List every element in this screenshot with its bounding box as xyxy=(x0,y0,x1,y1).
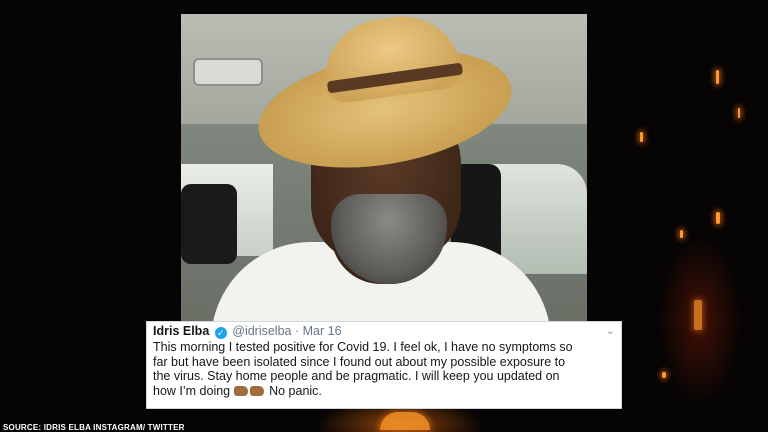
source-caption: SOURCE: IDRIS ELBA INSTAGRAM/ TWITTER xyxy=(3,423,185,432)
tweet-author-name[interactable]: Idris Elba xyxy=(153,324,209,338)
tweet-date[interactable]: Mar 16 xyxy=(303,324,342,338)
ember-spark xyxy=(716,212,720,224)
car-dome-light xyxy=(193,58,263,86)
tweet-separator: · xyxy=(294,324,300,338)
ember-spark xyxy=(680,230,683,238)
tweet-line: This morning I tested positive for Covid… xyxy=(153,340,573,354)
tweet-author-handle[interactable]: @idriselba xyxy=(232,324,291,338)
selfie-photo xyxy=(181,14,587,322)
ember-spark xyxy=(662,372,666,378)
ember-spark xyxy=(380,412,430,430)
fist-icon xyxy=(249,385,264,396)
chevron-down-icon[interactable]: ⌄ xyxy=(606,324,615,337)
tweet-line: the virus. Stay home people and be pragm… xyxy=(153,369,560,383)
checkmark-badge-icon: ✓ xyxy=(214,327,227,339)
ember-spark xyxy=(640,132,643,142)
tweet-line: far but have been isolated since I found… xyxy=(153,354,566,369)
fist-icon xyxy=(233,385,248,396)
tweet-line: how I’m doing No panic. xyxy=(153,384,615,399)
tweet-header: Idris Elba ✓ @idriselba · Mar 16 xyxy=(153,324,615,339)
ember-spark xyxy=(716,70,719,84)
car-seat-left xyxy=(181,184,237,264)
ember-spark xyxy=(694,300,702,330)
tweet-card: Idris Elba ✓ @idriselba · Mar 16 ⌄ This … xyxy=(146,321,622,409)
ember-spark xyxy=(738,108,740,118)
tweet-line-start: how I’m doing xyxy=(153,383,231,398)
tweet-line-end: No panic. xyxy=(269,383,322,398)
tweet-text: This morning I tested positive for Covid… xyxy=(153,340,615,398)
